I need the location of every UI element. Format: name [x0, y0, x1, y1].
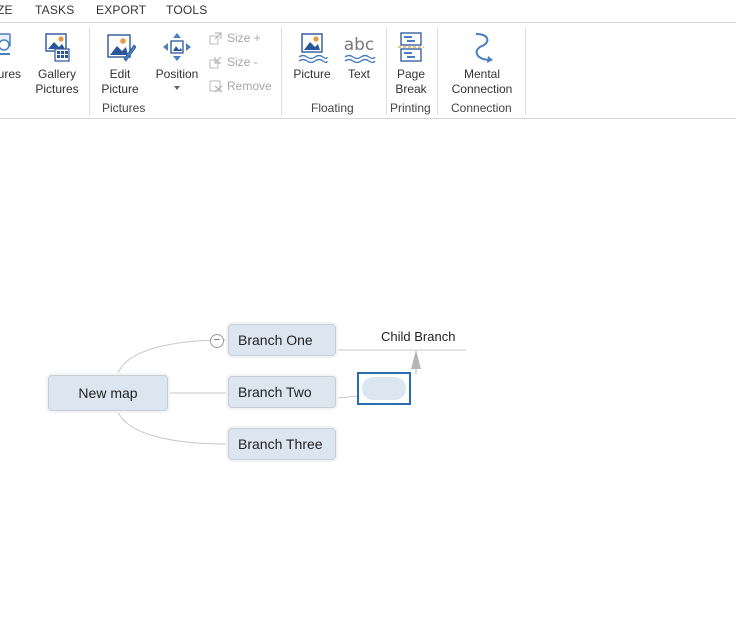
edit-picture-label-1: Edit	[109, 67, 131, 81]
floating-group-label: Floating	[311, 101, 354, 115]
page-break-label-2: Break	[395, 82, 427, 96]
mental-connection-label-2: Connection	[451, 82, 513, 96]
page-break-icon	[398, 32, 424, 62]
floating-picture-label: Picture	[293, 67, 331, 81]
floating-text-label: Text	[347, 67, 370, 81]
branch-two-label: Branch Two	[238, 384, 312, 400]
ribbon-separator	[281, 27, 282, 115]
branch-one-topic[interactable]: Branch One	[228, 324, 336, 356]
edit-picture-label-2: Picture	[101, 82, 139, 96]
child-branch-topic[interactable]: Child Branch	[381, 329, 455, 344]
partial-button-label: ures	[0, 67, 21, 81]
collapse-toggle[interactable]: −	[210, 334, 224, 348]
gallery-pictures-label-2: Pictures	[35, 82, 79, 96]
branch-one-label: Branch One	[238, 332, 313, 348]
connector-new-topic	[337, 395, 359, 399]
chevron-down-icon	[174, 86, 180, 90]
size-plus-button[interactable]: Size +	[209, 30, 261, 46]
remove-button[interactable]: Remove	[209, 78, 272, 94]
gallery-pictures-icon	[45, 33, 70, 62]
page-break-label-1: Page	[396, 67, 426, 81]
ribbon-separator	[89, 27, 90, 115]
menu-bar: ZE TASKS EXPORT TOOLS	[0, 0, 736, 22]
picture-monitor-icon	[0, 33, 11, 55]
ribbon-separator	[437, 27, 438, 115]
size-plus-icon	[209, 32, 222, 45]
menu-item-tools[interactable]: TOOLS	[166, 3, 207, 17]
connector-branch-three	[117, 411, 228, 445]
gallery-pictures-button[interactable]: Gallery Pictures	[33, 31, 81, 97]
floating-text-icon: abc	[344, 35, 376, 63]
mental-connection-button[interactable]: Mental Connection	[448, 31, 516, 97]
gallery-pictures-label-1: Gallery	[37, 67, 76, 81]
mental-connection-label-1: Mental	[463, 67, 501, 81]
pictures-group-label: Pictures	[102, 101, 146, 115]
remove-label: Remove	[227, 79, 272, 93]
position-button[interactable]: Position	[151, 31, 203, 91]
floating-text-button[interactable]: abc Text	[340, 31, 378, 82]
size-minus-icon	[209, 56, 222, 69]
connection-group-label: Connection	[451, 101, 512, 115]
menu-item-tasks[interactable]: TASKS	[35, 3, 74, 17]
remove-icon	[209, 80, 223, 93]
ribbon: ures Gallery Pictures Edit Picture Posit…	[0, 22, 736, 119]
collapse-symbol: −	[213, 334, 221, 346]
new-topic-shape	[362, 377, 406, 400]
menu-item-export[interactable]: EXPORT	[96, 3, 146, 17]
ribbon-separator	[525, 27, 526, 115]
branch-three-label: Branch Three	[238, 436, 323, 452]
edit-picture-button[interactable]: Edit Picture	[98, 31, 142, 97]
branch-two-topic[interactable]: Branch Two	[228, 376, 336, 408]
menu-item-ze[interactable]: ZE	[0, 3, 13, 17]
size-minus-label: Size -	[227, 55, 258, 69]
floating-picture-icon	[298, 33, 328, 63]
floating-picture-button[interactable]: Picture	[290, 31, 334, 82]
edit-picture-icon	[107, 34, 136, 62]
ribbon-separator	[386, 27, 387, 115]
branch-three-topic[interactable]: Branch Three	[228, 428, 336, 460]
size-plus-label: Size +	[227, 31, 261, 45]
position-label: Position	[155, 67, 199, 81]
position-icon	[163, 33, 191, 61]
central-topic[interactable]: New map	[48, 375, 168, 411]
svg-text:abc: abc	[344, 35, 375, 55]
page-break-button[interactable]: Page Break	[391, 31, 431, 97]
selected-new-topic[interactable]	[357, 372, 411, 405]
mindmap-canvas[interactable]: New map Branch One − Branch Two Branch T…	[0, 118, 736, 636]
size-minus-button[interactable]: Size -	[209, 54, 258, 70]
drop-indicator-arrow	[411, 350, 421, 369]
printing-group-label: Printing	[390, 101, 431, 115]
partial-pictures-button[interactable]: ures	[0, 31, 22, 82]
mental-connection-icon	[475, 33, 493, 63]
central-topic-label: New map	[78, 385, 138, 401]
